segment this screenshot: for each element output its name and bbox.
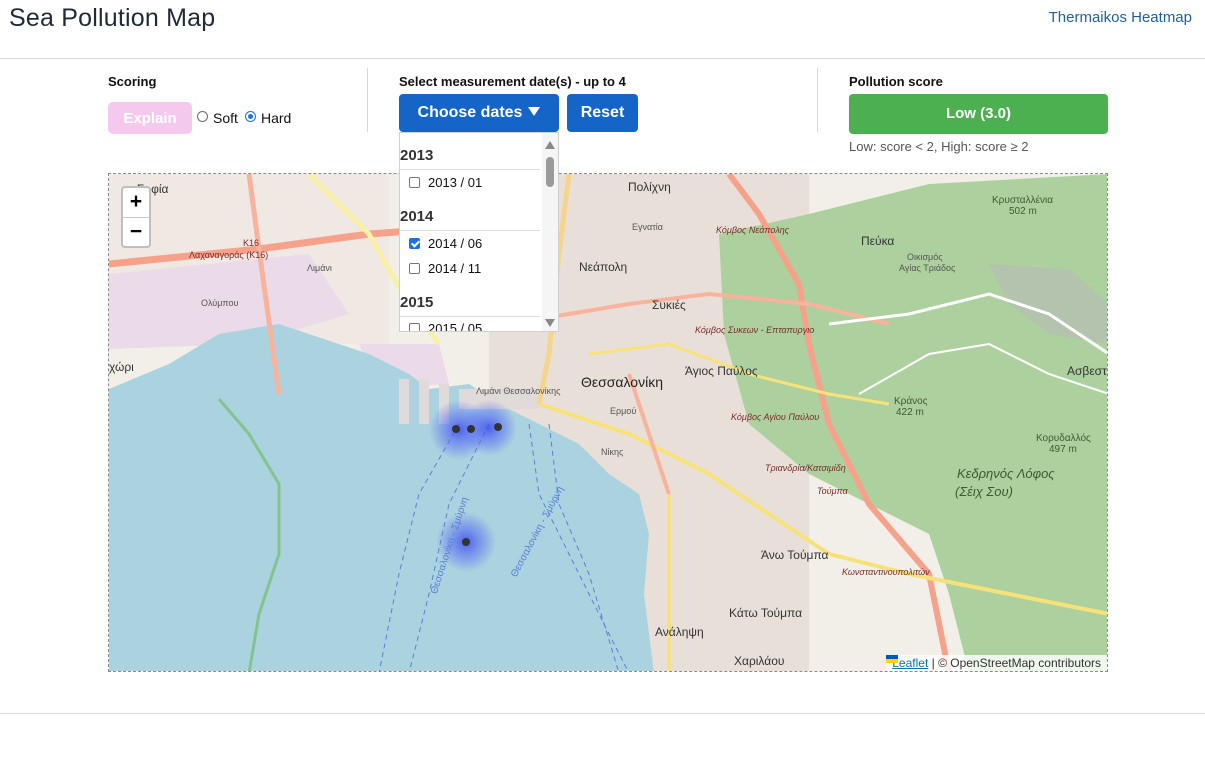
map-label-limani-small: Λιμάνι — [307, 263, 332, 273]
map-label-krystallenia: Κρυσταλλένια — [992, 195, 1054, 206]
ukraine-flag-icon — [886, 655, 899, 663]
site-header: Sea Pollution Map Thermaikos Heatmap — [0, 0, 1205, 59]
map-label-krystallenia-alt: 502 m — [1009, 206, 1037, 217]
date-option[interactable]: 2015 / 05 — [409, 321, 483, 332]
dropdown-year: 2014 — [400, 208, 434, 225]
scoring-label: Scoring — [108, 74, 157, 89]
caret-down-icon — [528, 107, 541, 116]
map-label-thessaloniki: Θεσσαλονίκη — [581, 374, 663, 390]
map-label-oikismos: Οικισμός — [907, 252, 943, 262]
radio-hard[interactable] — [245, 111, 256, 122]
map-label-toumpa-k8: Τούμπα — [817, 486, 848, 496]
map-label-nikis: Νίκης — [601, 447, 624, 457]
date-option-label: 2015 / 05 — [428, 321, 483, 332]
date-option[interactable]: 2013 / 01 — [409, 175, 482, 190]
map-label-analipsi: Ανάληψη — [655, 625, 704, 639]
map-label-polichni: Πολίχνη — [628, 180, 671, 194]
map-label-lachanagora: Λαχαναγοράς (K16) — [189, 250, 269, 260]
footer-divider — [0, 713, 1205, 714]
scroll-down-icon[interactable] — [545, 319, 555, 327]
radio-soft[interactable] — [197, 111, 208, 122]
zoom-in-button[interactable]: + — [123, 188, 149, 218]
pollution-score-badge: Low (3.0) — [849, 94, 1108, 134]
map-label-agias-triados: Αγίας Τριάδος — [899, 263, 956, 273]
map-label-korydallos: Κορυδαλλός — [1036, 433, 1091, 444]
reset-button[interactable]: Reset — [567, 94, 638, 132]
map-label-neapoli: Νεάπολη — [579, 260, 628, 274]
map-label-asvestochori: Ασβεστο — [1067, 364, 1107, 378]
dropdown-scrollbar[interactable] — [542, 133, 558, 331]
map-label-kedrinos-lofos: Κεδρηνός Λόφος — [957, 466, 1055, 481]
map-tiles — [109, 174, 1107, 671]
dropdown-year: 2013 — [400, 147, 434, 164]
map-label-korydallos-alt: 497 m — [1049, 444, 1077, 455]
map-label-limani: Λιμάνι Θεσσαλονίκης — [476, 386, 561, 396]
dates-dropdown[interactable]: 2013 2013 / 01 2014 2014 / 06 2014 / 11 … — [399, 132, 559, 332]
divider — [367, 68, 368, 132]
map-label-kombos-neapolis: Κόμβος Νεάπολης — [716, 225, 790, 235]
checkbox[interactable] — [409, 323, 420, 331]
map-label-krania: Κράνος — [894, 396, 928, 407]
scroll-thumb[interactable] — [546, 157, 554, 187]
map-label-egnatia: Εγνατία — [632, 222, 663, 232]
map-label-konstantinoupoleos: Κωνσταντινουπολιτών — [842, 567, 930, 577]
pollution-label: Pollution score — [849, 74, 943, 89]
checkbox[interactable] — [409, 263, 420, 274]
date-option-label: 2013 / 01 — [428, 175, 483, 190]
map-label-kato-toumpa: Κάτω Τούμπα — [729, 606, 803, 620]
date-option-label: 2014 / 06 — [428, 236, 483, 251]
divider — [400, 169, 540, 170]
zoom-out-button[interactable]: − — [123, 218, 149, 247]
map-label-triandria: Τριανδρία/Κατσιμίδη — [765, 463, 846, 473]
checkbox[interactable] — [409, 177, 420, 188]
zoom-control: + − — [121, 186, 151, 248]
map-label-pefka: Πεύκα — [861, 234, 895, 248]
map-label-seich-sou: (Σέιχ Σου) — [955, 484, 1013, 499]
date-option-label: 2014 / 11 — [428, 261, 482, 276]
map-label-k16: K16 — [243, 238, 260, 248]
scroll-up-icon[interactable] — [545, 141, 555, 149]
dropdown-year: 2015 — [400, 294, 434, 311]
nav-link-heatmap[interactable]: Thermaikos Heatmap — [1049, 9, 1192, 26]
divider — [817, 68, 818, 132]
map-label-sykies: Συκιές — [652, 298, 686, 312]
pollution-score-note: Low: score < 2, High: score ≥ 2 — [849, 139, 1029, 154]
choose-dates-button[interactable]: Choose dates — [399, 94, 559, 132]
explain-button[interactable]: Explain — [108, 102, 192, 134]
date-option[interactable]: 2014 / 11 — [409, 261, 481, 276]
radio-soft-label: Soft — [213, 110, 238, 126]
dates-label: Select measurement date(s) - up to 4 — [399, 74, 626, 89]
radio-hard-label: Hard — [261, 110, 292, 126]
map-label-xori: χώρι — [109, 360, 134, 374]
map-label-charilaou: Χαριλάου — [734, 654, 785, 668]
map-attribution: Leaflet | © OpenStreetMap contributors — [886, 655, 1107, 671]
map-label-kombos-agiou-pavlou: Κόμβος Αγίου Παύλου — [731, 412, 820, 422]
map-label-olympou: Ολύμπου — [201, 298, 239, 308]
checkbox-checked[interactable] — [409, 238, 420, 249]
date-option[interactable]: 2014 / 06 — [409, 236, 482, 251]
map-label-ano-toumpa: Άνω Τούμπα — [761, 548, 829, 562]
map-label-ermou: Ερμού — [610, 406, 637, 416]
map[interactable]: Θεσσαλονίκη Πολίχνη Νεάπολη Συκιές Άγιος… — [108, 173, 1108, 672]
page-title: Sea Pollution Map — [9, 4, 216, 32]
map-label-krania-alt: 422 m — [896, 407, 924, 418]
divider — [400, 316, 540, 317]
choose-dates-label: Choose dates — [417, 104, 523, 121]
attribution-text: | © OpenStreetMap contributors — [931, 656, 1101, 670]
map-label-kombos-sykeon: Κόμβος Συκεων - Επταπυργιο — [695, 325, 815, 335]
divider — [400, 230, 540, 231]
map-label-agios-pavlos: Άγιος Παύλος — [685, 364, 758, 378]
